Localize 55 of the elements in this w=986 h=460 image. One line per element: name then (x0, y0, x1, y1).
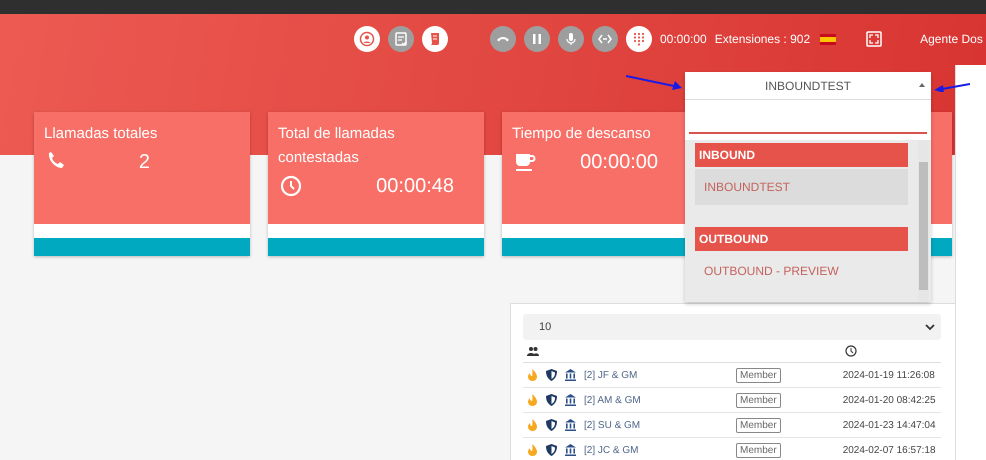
table-cell-text: [2] JF & GM (584, 370, 638, 380)
bank-icon (565, 394, 576, 406)
chevron-down-icon (925, 323, 935, 331)
table-cell: 2024-01-19 11:26:08 (842, 370, 935, 380)
people-button[interactable] (354, 26, 380, 52)
table-cell: 2024-01-20 08:42:25 (842, 394, 936, 406)
card-value: 00:00:48 (376, 174, 454, 198)
flame-icon (527, 444, 538, 456)
table-cell: 2024-02-07 16:57:18 (842, 444, 936, 456)
flag-icon[interactable] (820, 34, 836, 44)
page-size-select[interactable]: 10 (523, 314, 941, 340)
call-timer: 00:00:00 (660, 32, 707, 46)
caret-icon (919, 83, 925, 87)
card-value: 2 (138, 150, 150, 174)
card-value: 00:00:00 (580, 150, 658, 174)
fullscreen-icon[interactable] (866, 31, 882, 47)
table-cell-text: [2] AM & GM (584, 394, 642, 406)
campaign-select[interactable]: INBOUNDTEST (685, 72, 931, 100)
card-title: Tiempo de descanso (512, 124, 652, 144)
flame-icon (527, 369, 538, 381)
user-name[interactable]: Agente Dos (920, 32, 983, 46)
people-icon (527, 345, 539, 357)
keypad-button[interactable] (626, 26, 652, 52)
card-title: Llamadas totales (44, 124, 158, 144)
dropdown-option[interactable]: INBOUNDTEST (695, 169, 908, 205)
annotation-arrow (626, 74, 682, 90)
table-cell-text: [2] JC & GM (584, 444, 640, 456)
dropdown-option[interactable]: OUTBOUND - PREVIEW (695, 253, 908, 289)
clipboard-icon (393, 31, 409, 47)
member-tag: Member (736, 392, 781, 408)
shield-icon (546, 394, 557, 406)
member-tag: Member (736, 442, 781, 458)
page-size-value: 10 (539, 321, 552, 333)
people-icon (359, 31, 375, 47)
flame-icon (527, 394, 538, 406)
keypad-icon (631, 31, 647, 47)
bank-icon (565, 419, 576, 431)
extension-label: Extensiones : 902 (714, 32, 810, 46)
scroll-button[interactable] (422, 26, 448, 52)
member-tag: Member (736, 418, 781, 432)
flame-icon (527, 419, 538, 431)
clock-icon (280, 174, 302, 198)
bank-icon (565, 369, 576, 381)
bank-icon (565, 444, 576, 456)
table-cell: 2024-01-23 14:47:04 (842, 420, 936, 430)
table-cell-text: [2] SU & GM (584, 420, 642, 430)
shield-icon (546, 444, 557, 456)
member-tag: Member (736, 368, 781, 382)
annotation-arrow (934, 82, 970, 92)
shield-icon (546, 369, 557, 381)
shield-icon (546, 419, 557, 431)
group-header: OUTBOUND (695, 227, 908, 251)
group-header: INBOUND (695, 143, 908, 167)
card-title: Total de llamadas contestadas (278, 124, 396, 168)
clock-icon (845, 345, 857, 357)
